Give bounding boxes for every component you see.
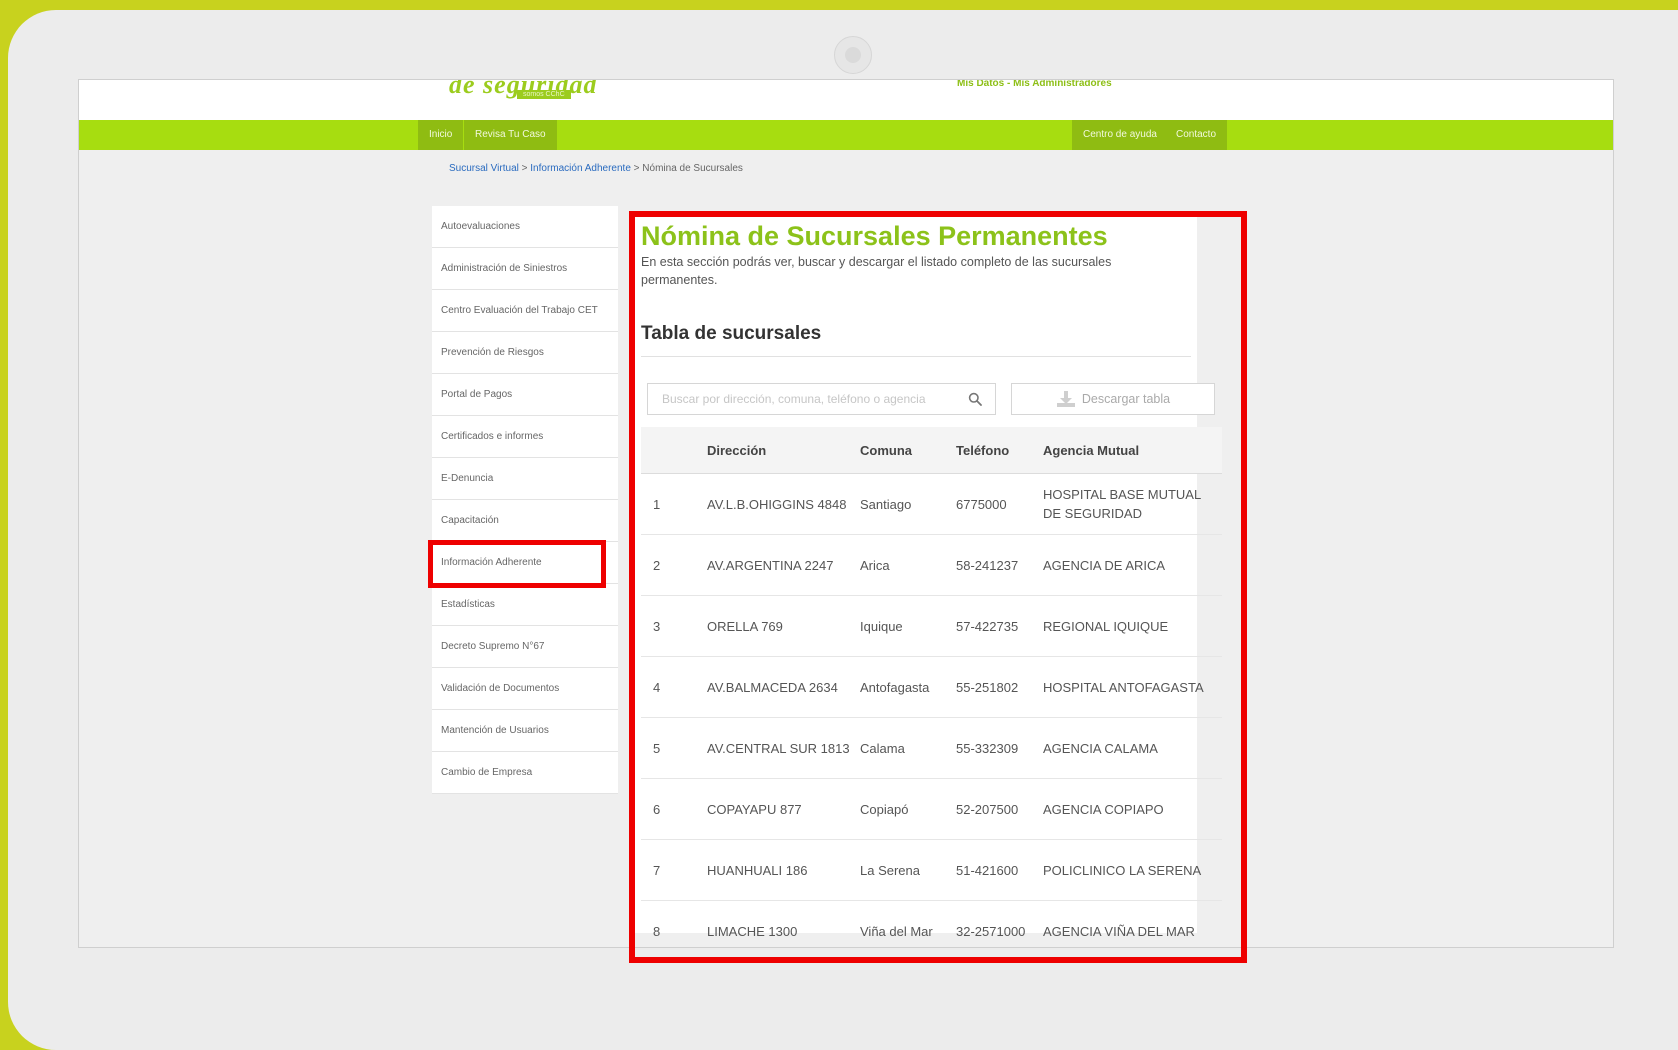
sidebar-item-mantencion-usuarios[interactable]: Mantención de Usuarios (432, 710, 618, 752)
sidebar-item-validacion-documentos[interactable]: Validación de Documentos (432, 668, 618, 710)
breadcrumb-parent[interactable]: Información Adherente (530, 163, 631, 174)
sidebar-item-e-denuncia[interactable]: E-Denuncia (432, 458, 618, 500)
sidebar-item-cambio-empresa[interactable]: Cambio de Empresa (432, 752, 618, 794)
camera-icon (834, 36, 872, 74)
breadcrumb-separator: > (518, 163, 531, 174)
sidebar-menu: Autoevaluaciones Administración de Sinie… (432, 206, 618, 794)
sidebar-highlight-box (428, 540, 606, 588)
breadcrumb-current: Nómina de Sucursales (642, 163, 743, 174)
sidebar-item-certificados[interactable]: Certificados e informes (432, 416, 618, 458)
sidebar-item-capacitacion[interactable]: Capacitación (432, 500, 618, 542)
top-bar: de seguridad somos CChC Mis Datos - Mis … (79, 80, 1613, 120)
logo-subtitle: somos CChC (517, 90, 571, 99)
nav-contacto[interactable]: Contacto (1165, 120, 1228, 150)
sidebar-item-centro-evaluacion[interactable]: Centro Evaluación del Trabajo CET (432, 290, 618, 332)
nav-centro-de-ayuda[interactable]: Centro de ayuda (1072, 120, 1168, 150)
sidebar-item-administracion-siniestros[interactable]: Administración de Siniestros (432, 248, 618, 290)
account-links[interactable]: Mis Datos - Mis Administradores (957, 80, 1112, 89)
sidebar-item-portal-pagos[interactable]: Portal de Pagos (432, 374, 618, 416)
main-nav: Inicio Revisa Tu Caso Centro de ayuda Co… (79, 120, 1613, 150)
breadcrumb-separator: > (630, 163, 643, 174)
nav-revisa-tu-caso[interactable]: Revisa Tu Caso (464, 120, 557, 150)
sidebar-item-estadisticas[interactable]: Estadísticas (432, 584, 618, 626)
breadcrumb: Sucursal Virtual > Información Adherente… (449, 163, 743, 174)
sidebar-item-decreto-supremo[interactable]: Decreto Supremo N°67 (432, 626, 618, 668)
sidebar-item-autoevaluaciones[interactable]: Autoevaluaciones (432, 206, 618, 248)
nav-inicio[interactable]: Inicio (418, 120, 464, 150)
breadcrumb-root[interactable]: Sucursal Virtual (449, 163, 519, 174)
content-highlight-box (629, 211, 1247, 963)
sidebar-item-prevencion-riesgos[interactable]: Prevención de Riesgos (432, 332, 618, 374)
